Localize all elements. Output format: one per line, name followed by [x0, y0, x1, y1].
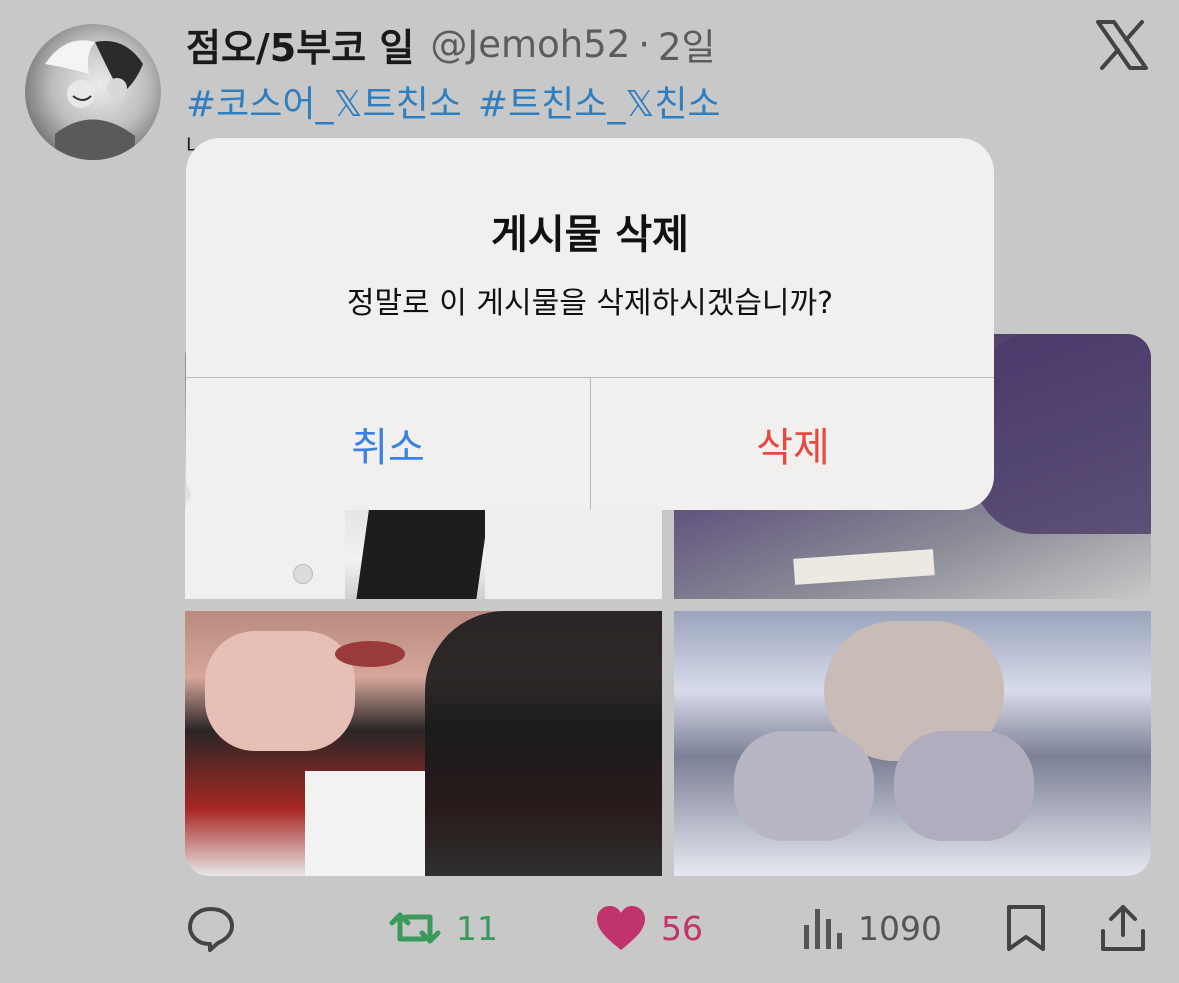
share-icon [1101, 905, 1145, 951]
post-time[interactable]: 2일 [658, 17, 716, 71]
hashtag-2[interactable]: #트친소_𝕏친소 [478, 75, 721, 127]
retweet-button[interactable]: 11 [388, 900, 498, 956]
share-button[interactable] [1099, 900, 1147, 956]
hashtag-1[interactable]: #코스어_𝕏트친소 [186, 75, 462, 127]
avatar[interactable] [25, 24, 161, 160]
reply-icon [188, 907, 234, 952]
action-bar: 11 56 1090 [0, 890, 1179, 970]
dialog-message: 정말로 이 게시물을 삭제하시겠습니까? [346, 286, 834, 321]
views-button[interactable]: 1090 [800, 900, 942, 956]
cancel-button[interactable]: 취소 [186, 378, 590, 510]
dialog-title: 게시물 삭제 [491, 212, 689, 258]
tweet-header: 점오/5부코 일 @Jemoh52 · 2일 [186, 16, 716, 72]
bookmark-button[interactable] [1003, 900, 1049, 956]
display-name[interactable]: 점오/5부코 일 [186, 17, 414, 72]
like-count: 56 [661, 908, 703, 948]
separator-dot: · [638, 22, 651, 66]
photo-3[interactable] [185, 611, 662, 876]
user-handle[interactable]: @Jemoh52 [430, 23, 630, 66]
views-count: 1090 [858, 908, 942, 948]
retweet-count: 11 [456, 908, 498, 948]
heart-icon [597, 906, 645, 950]
photo-4[interactable] [674, 611, 1151, 876]
bookmark-icon [1007, 905, 1045, 951]
x-logo-icon [1096, 20, 1148, 70]
like-button[interactable]: 56 [595, 900, 703, 956]
views-icon [804, 909, 842, 949]
retweet-icon [389, 912, 441, 944]
hashtag-line: #코스어_𝕏트친소 #트친소_𝕏친소 [186, 76, 737, 126]
reply-button[interactable] [186, 900, 236, 956]
delete-button[interactable]: 삭제 [591, 378, 994, 510]
delete-post-dialog: 게시물 삭제 정말로 이 게시물을 삭제하시겠습니까? 취소 삭제 [186, 138, 994, 510]
